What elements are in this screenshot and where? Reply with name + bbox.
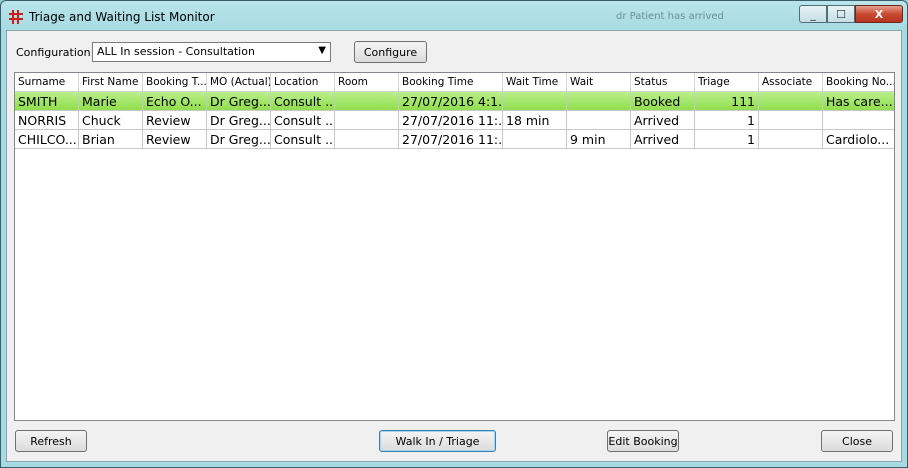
cell-location: Consult ... — [271, 111, 335, 130]
cell-wait-time — [503, 130, 567, 149]
cell-wait: 9 min — [567, 130, 631, 149]
cell-surname: SMITH — [15, 92, 79, 111]
cell-booking-notes: Cardiolo... — [823, 130, 894, 149]
maximize-button[interactable]: ☐ — [827, 5, 855, 23]
table-header: Surname First Name Booking T... MO (Actual)… — [15, 73, 894, 92]
window-close-button[interactable]: X — [855, 5, 903, 23]
cell-room — [335, 111, 399, 130]
cell-status: Arrived — [631, 130, 695, 149]
configuration-label: Configuration: — [16, 46, 95, 59]
title-bar[interactable]: Triage and Waiting List Monitor dr Patie… — [1, 1, 907, 31]
cell-booking-type: Review — [143, 111, 207, 130]
app-window: Triage and Waiting List Monitor dr Patie… — [0, 0, 908, 468]
configuration-value: ALL In session - Consultation — [97, 45, 255, 58]
close-icon: X — [874, 7, 884, 21]
cell-triage: 1 — [695, 111, 759, 130]
cell-mo-actual: Dr Greg... — [207, 111, 271, 130]
cell-associate — [759, 111, 823, 130]
cell-booking-time: 27/07/2016 11:... — [399, 130, 503, 149]
cell-room — [335, 92, 399, 111]
cell-booking-notes — [823, 111, 894, 130]
cell-surname: NORRIS — [15, 111, 79, 130]
cell-room — [335, 130, 399, 149]
cell-triage: 111 — [695, 92, 759, 111]
cell-first-name: Brian — [79, 130, 143, 149]
walk-in-triage-button[interactable]: Walk In / Triage — [379, 430, 496, 452]
cell-location: Consult ... — [271, 130, 335, 149]
column-header-room[interactable]: Room — [335, 73, 399, 91]
column-header-surname[interactable]: Surname — [15, 73, 79, 91]
cell-booking-type: Echo O... — [143, 92, 207, 111]
table-row[interactable]: CHILCO... Brian Review Dr Greg... Consult ..… — [15, 130, 894, 149]
column-header-location[interactable]: Location — [271, 73, 335, 91]
cell-triage: 1 — [695, 130, 759, 149]
column-header-wait-time[interactable]: Wait Time — [503, 73, 567, 91]
minimize-button[interactable]: _ — [799, 5, 827, 23]
cell-associate — [759, 92, 823, 111]
edit-booking-button[interactable]: Edit Booking — [607, 430, 679, 452]
column-header-mo-actual[interactable]: MO (Actual) — [207, 73, 271, 91]
close-button[interactable]: Close — [821, 430, 893, 452]
cell-booking-time: 27/07/2016 4:1... — [399, 92, 503, 111]
app-logo-icon — [9, 10, 23, 24]
cell-associate — [759, 130, 823, 149]
cell-first-name: Marie — [79, 92, 143, 111]
configure-button[interactable]: Configure — [354, 41, 427, 63]
cell-booking-time: 27/07/2016 11:... — [399, 111, 503, 130]
cell-wait-time: 18 min — [503, 111, 567, 130]
cell-wait-time — [503, 92, 567, 111]
client-area: Configuration: ALL In session - Consulta… — [6, 30, 902, 462]
cell-first-name: Chuck — [79, 111, 143, 130]
cell-status: Arrived — [631, 111, 695, 130]
background-notification-text: dr Patient has arrived — [616, 11, 724, 22]
cell-mo-actual: Dr Greg... — [207, 130, 271, 149]
column-header-wait[interactable]: Wait — [567, 73, 631, 91]
refresh-button[interactable]: Refresh — [15, 430, 87, 452]
cell-mo-actual: Dr Greg... — [207, 92, 271, 111]
column-header-associate[interactable]: Associate — [759, 73, 823, 91]
configuration-dropdown[interactable]: ALL In session - Consultation ▼ — [92, 42, 331, 62]
cell-surname: CHILCO... — [15, 130, 79, 149]
cell-booking-notes: Has care... — [823, 92, 894, 111]
table-row[interactable]: NORRIS Chuck Review Dr Greg... Consult ... 27… — [15, 111, 894, 130]
column-header-booking-type[interactable]: Booking T... — [143, 73, 207, 91]
column-header-booking-time[interactable]: Booking Time — [399, 73, 503, 91]
waiting-list-table[interactable]: Surname First Name Booking T... MO (Actual)… — [14, 72, 895, 421]
column-header-first-name[interactable]: First Name — [79, 73, 143, 91]
cell-wait — [567, 111, 631, 130]
cell-status: Booked — [631, 92, 695, 111]
cell-wait — [567, 92, 631, 111]
column-header-booking-notes[interactable]: Booking No... — [823, 73, 894, 91]
column-header-triage[interactable]: Triage — [695, 73, 759, 91]
chevron-down-icon: ▼ — [318, 45, 326, 56]
cell-location: Consult ... — [271, 92, 335, 111]
maximize-icon: ☐ — [836, 7, 846, 21]
cell-booking-type: Review — [143, 130, 207, 149]
column-header-status[interactable]: Status — [631, 73, 695, 91]
table-row[interactable]: SMITH Marie Echo O... Dr Greg... Consult ...… — [15, 92, 894, 111]
minimize-icon: _ — [810, 7, 816, 21]
window-title: Triage and Waiting List Monitor — [29, 10, 215, 24]
